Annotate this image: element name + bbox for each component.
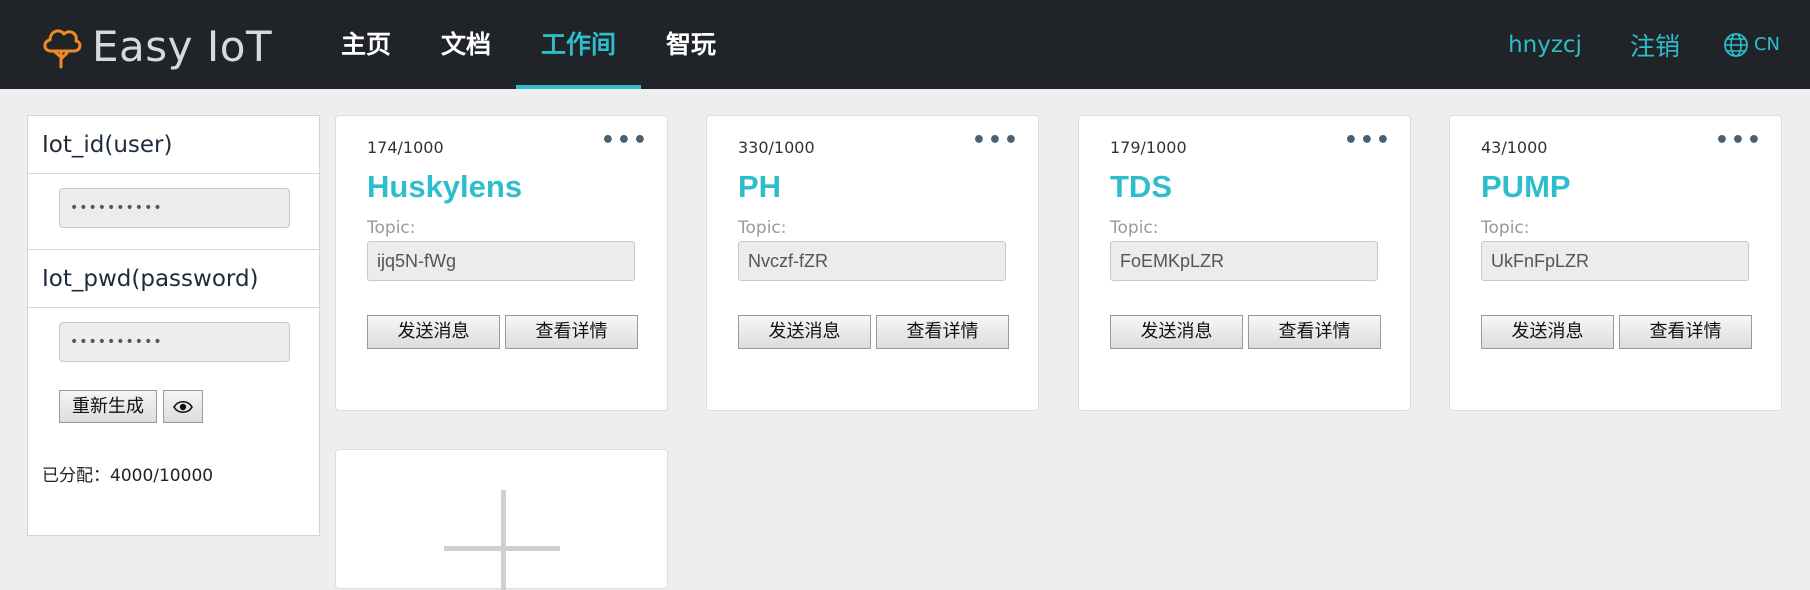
cloud-tree-icon — [43, 29, 82, 69]
device-card: 330/1000 ••• PH Topic: Nvczf-fZR 发送消息 查看… — [706, 115, 1039, 411]
device-name: PUMP — [1481, 169, 1571, 204]
more-dots-icon[interactable]: ••• — [972, 128, 1020, 153]
add-device-card[interactable] — [335, 449, 668, 590]
device-card: 43/1000 ••• PUMP Topic: UkFnFpLZR 发送消息 查… — [1449, 115, 1782, 411]
language-label: CN — [1753, 34, 1780, 55]
topic-field[interactable]: ijq5N-fWg — [367, 241, 635, 281]
iot-pwd-label: Iot_pwd(password) — [28, 250, 319, 308]
logout-link[interactable]: 注销 — [1630, 27, 1680, 63]
language-switch[interactable]: CN — [1722, 31, 1780, 59]
allocation-status: 已分配：4000/10000 — [42, 466, 214, 486]
globe-icon — [1724, 32, 1748, 57]
nav-docs[interactable]: 文档 — [416, 0, 516, 89]
iot-id-field[interactable]: •••••••••• — [59, 188, 290, 228]
topic-label: Topic: — [1110, 218, 1159, 238]
send-message-button[interactable]: 发送消息 — [1110, 315, 1243, 349]
user-area: hnyzcj 注销 CN — [1508, 0, 1780, 89]
send-message-button[interactable]: 发送消息 — [738, 315, 871, 349]
message-count: 179/1000 — [1110, 138, 1187, 157]
nav-home[interactable]: 主页 — [316, 0, 416, 89]
topic-field[interactable]: UkFnFpLZR — [1481, 241, 1749, 281]
username-link[interactable]: hnyzcj — [1508, 32, 1582, 58]
credentials-panel: Iot_id(user) •••••••••• Iot_pwd(password… — [27, 115, 320, 536]
iot-pwd-row: •••••••••• — [28, 308, 319, 368]
topic-field[interactable]: Nvczf-fZR — [738, 241, 1006, 281]
more-dots-icon[interactable]: ••• — [601, 128, 649, 153]
topic-field[interactable]: FoEMKpLZR — [1110, 241, 1378, 281]
regenerate-button[interactable]: 重新生成 — [59, 390, 157, 423]
send-message-button[interactable]: 发送消息 — [367, 315, 500, 349]
view-details-button[interactable]: 查看详情 — [1248, 315, 1381, 349]
device-name: PH — [738, 169, 782, 204]
topic-label: Topic: — [1481, 218, 1530, 238]
nav-smartplay[interactable]: 智玩 — [641, 0, 741, 89]
iot-id-row: •••••••••• — [28, 174, 319, 250]
toggle-visibility-button[interactable] — [163, 390, 203, 423]
device-name: TDS — [1110, 169, 1172, 204]
send-message-button[interactable]: 发送消息 — [1481, 315, 1614, 349]
more-dots-icon[interactable]: ••• — [1715, 128, 1763, 153]
iot-pwd-field[interactable]: •••••••••• — [59, 322, 290, 362]
device-name: Huskylens — [367, 169, 523, 204]
device-card: 174/1000 ••• Huskylens Topic: ijq5N-fWg … — [335, 115, 668, 411]
main-nav: 主页 文档 工作间 智玩 — [316, 0, 741, 89]
more-dots-icon[interactable]: ••• — [1344, 128, 1392, 153]
message-count: 330/1000 — [738, 138, 815, 157]
message-count: 174/1000 — [367, 138, 444, 157]
device-card: 179/1000 ••• TDS Topic: FoEMKpLZR 发送消息 查… — [1078, 115, 1411, 411]
logo[interactable]: Easy IoT — [40, 21, 273, 71]
top-navbar: Easy IoT 主页 文档 工作间 智玩 hnyzcj 注销 CN — [0, 0, 1810, 89]
view-details-button[interactable]: 查看详情 — [1619, 315, 1752, 349]
eye-icon — [173, 400, 193, 413]
topic-label: Topic: — [738, 218, 787, 238]
message-count: 43/1000 — [1481, 138, 1548, 157]
view-details-button[interactable]: 查看详情 — [505, 315, 638, 349]
topic-label: Topic: — [367, 218, 416, 238]
view-details-button[interactable]: 查看详情 — [876, 315, 1009, 349]
iot-id-label: Iot_id(user) — [28, 116, 319, 174]
nav-workspace[interactable]: 工作间 — [516, 0, 642, 89]
logo-text: Easy IoT — [92, 21, 273, 71]
